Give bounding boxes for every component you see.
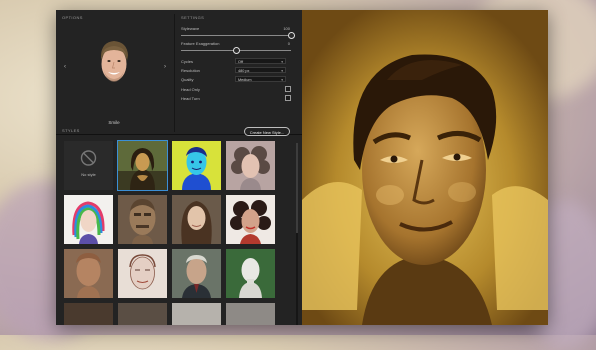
stylewave-label: Stylewave [181, 26, 200, 31]
stylewave-slider-thumb[interactable] [288, 32, 295, 39]
head-turn-checkbox[interactable] [285, 95, 291, 101]
style-tile-no-style[interactable]: No style [64, 141, 113, 190]
chevron-down-icon: ▾ [281, 60, 283, 64]
settings-section-label: SETTINGS [181, 15, 205, 20]
resolution-dropdown[interactable]: 480 px ▾ [235, 67, 286, 73]
chevron-right-icon[interactable]: › [164, 64, 166, 70]
stylewave-slider[interactable] [181, 32, 295, 39]
chevron-left-icon[interactable]: ‹ [64, 64, 66, 70]
head-turn-label: Head Turn [181, 96, 200, 101]
style-tile-rainbow-hair[interactable] [64, 195, 113, 244]
head-only-checkbox[interactable] [285, 86, 291, 92]
scrollbar-grip[interactable] [296, 143, 298, 233]
style-tile-row4-3[interactable] [172, 303, 221, 325]
style-tile-row4-4[interactable] [226, 303, 275, 325]
app-window: OPTIONS SETTINGS ‹ › Smile Stylewave 100… [56, 10, 548, 325]
style-tile-marble-bust[interactable] [226, 249, 275, 298]
feature-exaggeration-slider[interactable] [181, 47, 291, 54]
options-section-label: OPTIONS [62, 15, 83, 20]
style-tile-old-man[interactable] [172, 249, 221, 298]
style-tile-mona-lisa[interactable] [117, 140, 168, 191]
resolution-label: Resolution [181, 68, 200, 73]
style-tile-long-hair[interactable] [172, 195, 221, 244]
section-divider [174, 14, 175, 132]
cycles-dropdown[interactable]: Off ▾ [235, 58, 286, 64]
resolution-value: 480 px [238, 69, 250, 73]
stylized-portrait-image [302, 10, 548, 325]
style-tile-row4-2[interactable] [118, 303, 167, 325]
style-tile-sketch[interactable] [118, 249, 167, 298]
style-tile-row4-1[interactable] [64, 303, 113, 325]
stylewave-value: 100 [283, 26, 290, 31]
no-style-label: No style [81, 172, 96, 177]
cycles-value: Off [238, 60, 243, 64]
style-tile-pop-art[interactable] [172, 141, 221, 190]
face-photo[interactable] [94, 37, 134, 87]
stylized-preview [302, 10, 548, 325]
feature-exaggeration-label: Feature Exaggeration [181, 41, 220, 46]
style-tile-wood-carving[interactable] [118, 195, 167, 244]
style-tile-red-ink[interactable] [226, 195, 275, 244]
cycles-label: Cycles [181, 59, 194, 64]
style-tile-clay-bust[interactable] [64, 249, 113, 298]
create-new-style-button[interactable]: Create New Style... [244, 127, 290, 136]
feature-exaggeration-slider-thumb[interactable] [233, 47, 240, 54]
quality-label: Quality [181, 77, 194, 82]
quality-dropdown[interactable]: Medium ▾ [235, 76, 286, 82]
chevron-down-icon: ▾ [281, 69, 283, 73]
face-name: Smile [108, 120, 120, 125]
styles-section-label: STYLES [62, 128, 80, 133]
quality-value: Medium [238, 78, 252, 82]
style-tile-curly-portrait[interactable] [226, 141, 275, 190]
styles-scrollbar[interactable] [296, 143, 298, 325]
control-panel: OPTIONS SETTINGS ‹ › Smile Stylewave 100… [56, 10, 302, 325]
head-only-label: Head Only [181, 87, 200, 92]
feature-exaggeration-value: 0 [287, 41, 290, 46]
chevron-down-icon: ▾ [281, 78, 283, 82]
no-style-icon [80, 150, 97, 166]
